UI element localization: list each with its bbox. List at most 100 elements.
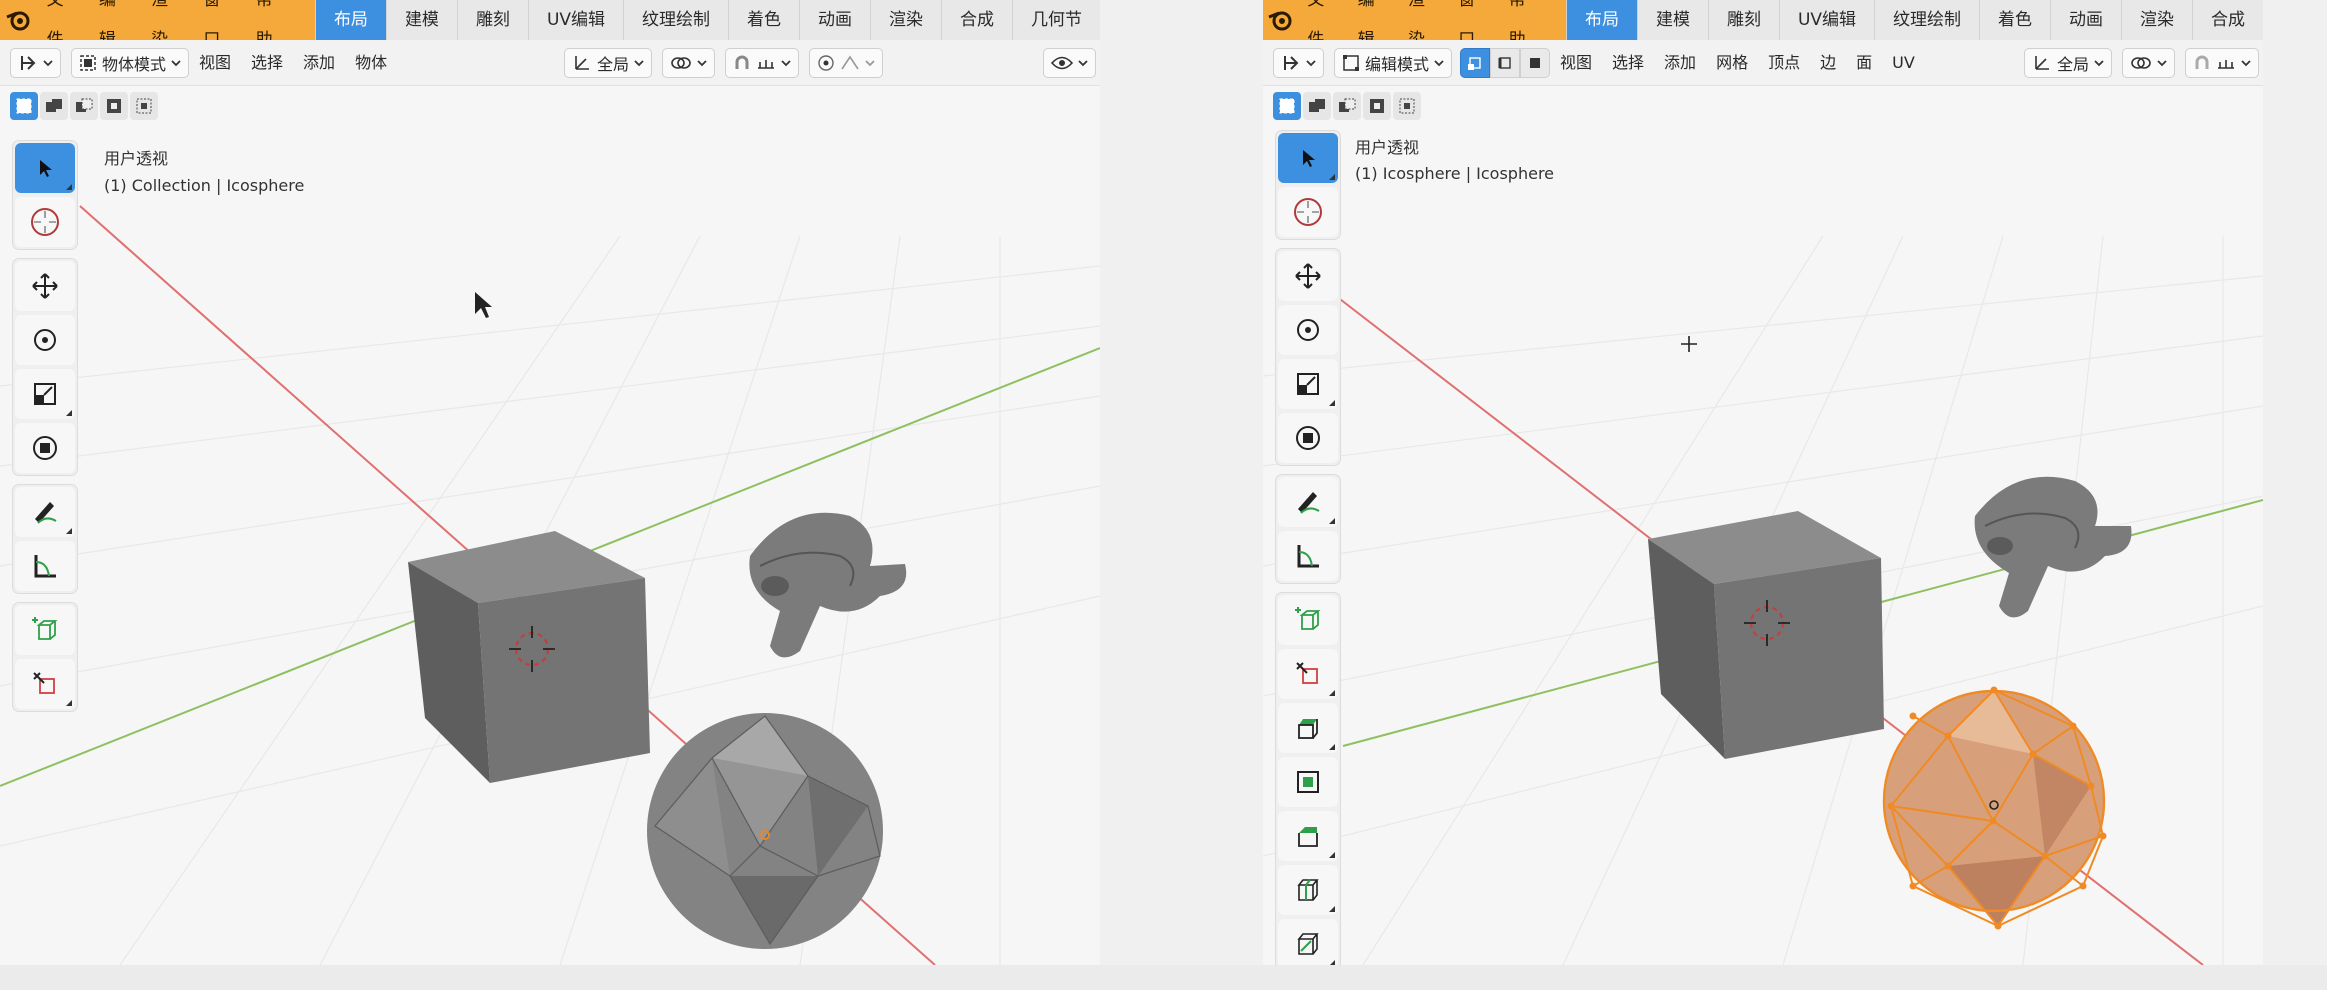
tab-layout[interactable]: 布局 xyxy=(1565,0,1637,40)
transform-orientation-dropdown[interactable]: 全局 xyxy=(563,47,652,78)
measure-tool-button[interactable] xyxy=(1278,531,1338,581)
move-tool-button[interactable] xyxy=(15,261,75,311)
snap-increment-icon xyxy=(2218,59,2234,69)
scale-tool-button[interactable] xyxy=(15,369,75,419)
inset-tool-button[interactable] xyxy=(1278,757,1338,807)
tab-modeling[interactable]: 建模 xyxy=(385,0,457,40)
menu-view[interactable]: 视图 xyxy=(189,40,241,86)
menu-add[interactable]: 添加 xyxy=(1654,40,1706,86)
extrude-tool-button[interactable] xyxy=(1278,703,1338,753)
chevron-down-icon xyxy=(1078,59,1088,66)
knife-tool-button[interactable] xyxy=(15,659,75,709)
tab-animation[interactable]: 动画 xyxy=(799,0,871,40)
tab-rendering[interactable]: 渲染 xyxy=(2121,0,2193,40)
viewport-scene[interactable] xyxy=(0,86,1100,965)
tab-sculpting[interactable]: 雕刻 xyxy=(456,0,528,40)
menu-select[interactable]: 选择 xyxy=(1602,40,1654,86)
editor-type-dropdown[interactable] xyxy=(10,47,61,78)
menu-view[interactable]: 视图 xyxy=(1550,40,1602,86)
menu-uv[interactable]: UV xyxy=(1882,40,1925,86)
icosphere-object[interactable] xyxy=(647,713,883,949)
move-tool-button[interactable] xyxy=(1278,251,1338,301)
monkey-object[interactable] xyxy=(1974,476,2132,618)
orientation-axes-icon xyxy=(575,55,589,70)
measure-tool-button[interactable] xyxy=(15,541,75,591)
orientation-axes-icon xyxy=(2035,55,2049,70)
snap-toggle[interactable] xyxy=(725,47,799,78)
editor-type-dropdown[interactable] xyxy=(1273,47,1324,78)
tab-animation[interactable]: 动画 xyxy=(2050,0,2122,40)
tool-shelf xyxy=(1275,130,1341,965)
transform-tools-group xyxy=(12,258,78,476)
rotate-tool-button[interactable] xyxy=(15,315,75,365)
tab-uv-editing[interactable]: UV编辑 xyxy=(527,0,624,40)
cursor-tool-button[interactable] xyxy=(15,197,75,247)
pivot-point-dropdown[interactable] xyxy=(2122,47,2175,78)
mode-dropdown[interactable]: 物体模式 xyxy=(71,47,190,78)
top-menu-bar: 文件 编辑 渲染 窗口 帮助 布局 建模 雕刻 UV编辑 纹理绘制 着色 动画 … xyxy=(0,0,1100,50)
chevron-down-icon xyxy=(2157,59,2167,66)
visibility-dropdown[interactable] xyxy=(1043,47,1096,78)
tab-sculpting[interactable]: 雕刻 xyxy=(1707,0,1779,40)
3d-viewport[interactable]: 用户透视 (1) Icosphere | Icosphere xyxy=(1263,86,2263,965)
eye-icon xyxy=(1051,56,1073,69)
select-tool-button[interactable] xyxy=(1278,133,1338,183)
crosshair-cursor-icon xyxy=(1681,336,1697,352)
blender-logo-icon[interactable] xyxy=(0,0,36,40)
transform-orientation-dropdown[interactable]: 全局 xyxy=(2023,47,2112,78)
menu-mesh[interactable]: 网格 xyxy=(1706,40,1758,86)
pivot-point-dropdown[interactable] xyxy=(662,47,715,78)
tab-shading[interactable]: 着色 xyxy=(1979,0,2051,40)
cube-object[interactable] xyxy=(1648,511,1884,759)
tab-rendering[interactable]: 渲染 xyxy=(870,0,942,40)
proportional-editing[interactable] xyxy=(809,47,883,78)
scale-tool-button[interactable] xyxy=(1278,359,1338,409)
select-tool-button[interactable] xyxy=(15,143,75,193)
bevel-tool-button[interactable] xyxy=(1278,811,1338,861)
vertex-select-icon xyxy=(1468,56,1481,70)
menu-add[interactable]: 添加 xyxy=(293,40,345,86)
menu-select[interactable]: 选择 xyxy=(241,40,293,86)
cursor-tool-button[interactable] xyxy=(1278,187,1338,237)
falloff-icon xyxy=(841,55,859,69)
tab-uv-editing[interactable]: UV编辑 xyxy=(1778,0,1875,40)
loop-cut-tool-button[interactable] xyxy=(1278,865,1338,915)
add-cube-tool-button[interactable] xyxy=(1278,595,1338,645)
knife-tool-button[interactable] xyxy=(1278,649,1338,699)
menu-object[interactable]: 物体 xyxy=(345,40,397,86)
poly-build-tool-button[interactable] xyxy=(1278,919,1338,965)
tab-texture-paint[interactable]: 纹理绘制 xyxy=(1874,0,1980,40)
viewport-scene[interactable] xyxy=(1263,86,2263,965)
annotate-tool-button[interactable] xyxy=(15,487,75,537)
rotate-tool-button[interactable] xyxy=(1278,305,1338,355)
tab-layout[interactable]: 布局 xyxy=(314,0,386,40)
chevron-down-icon xyxy=(171,59,181,66)
add-cube-icon xyxy=(1295,607,1321,630)
bottom-strip xyxy=(0,965,2327,990)
tab-compositing[interactable]: 合成 xyxy=(2192,0,2263,40)
rotate-icon xyxy=(1297,319,1319,341)
snap-toggle[interactable] xyxy=(2185,47,2259,78)
tab-texture-paint[interactable]: 纹理绘制 xyxy=(623,0,729,40)
tab-shading[interactable]: 着色 xyxy=(728,0,800,40)
tab-geometry-nodes[interactable]: 几何节 xyxy=(1012,0,1100,40)
annotate-tool-button[interactable] xyxy=(1278,477,1338,527)
add-cube-tool-button[interactable] xyxy=(15,605,75,655)
tab-compositing[interactable]: 合成 xyxy=(941,0,1013,40)
vertex-select-button[interactable] xyxy=(1460,47,1491,78)
tab-modeling[interactable]: 建模 xyxy=(1636,0,1708,40)
icosphere-object-selected[interactable] xyxy=(1882,686,2107,930)
transform-tool-button[interactable] xyxy=(1278,413,1338,463)
menu-edge[interactable]: 边 xyxy=(1810,40,1846,86)
mode-dropdown[interactable]: 编辑模式 xyxy=(1334,47,1453,78)
transform-tool-button[interactable] xyxy=(15,423,75,473)
panel-gap xyxy=(1100,0,1263,990)
edge-select-button[interactable] xyxy=(1490,47,1521,78)
workspace-tabs: 布局 建模 雕刻 UV编辑 纹理绘制 着色 动画 渲染 合成 几何节 xyxy=(314,0,1100,40)
menu-face[interactable]: 面 xyxy=(1846,40,1882,86)
face-select-button[interactable] xyxy=(1520,47,1551,78)
menu-vertex[interactable]: 顶点 xyxy=(1758,40,1810,86)
3d-viewport[interactable]: 用户透视 (1) Collection | Icosphere xyxy=(0,86,1100,965)
monkey-object[interactable] xyxy=(749,512,907,658)
blender-logo-icon[interactable] xyxy=(1263,0,1296,40)
